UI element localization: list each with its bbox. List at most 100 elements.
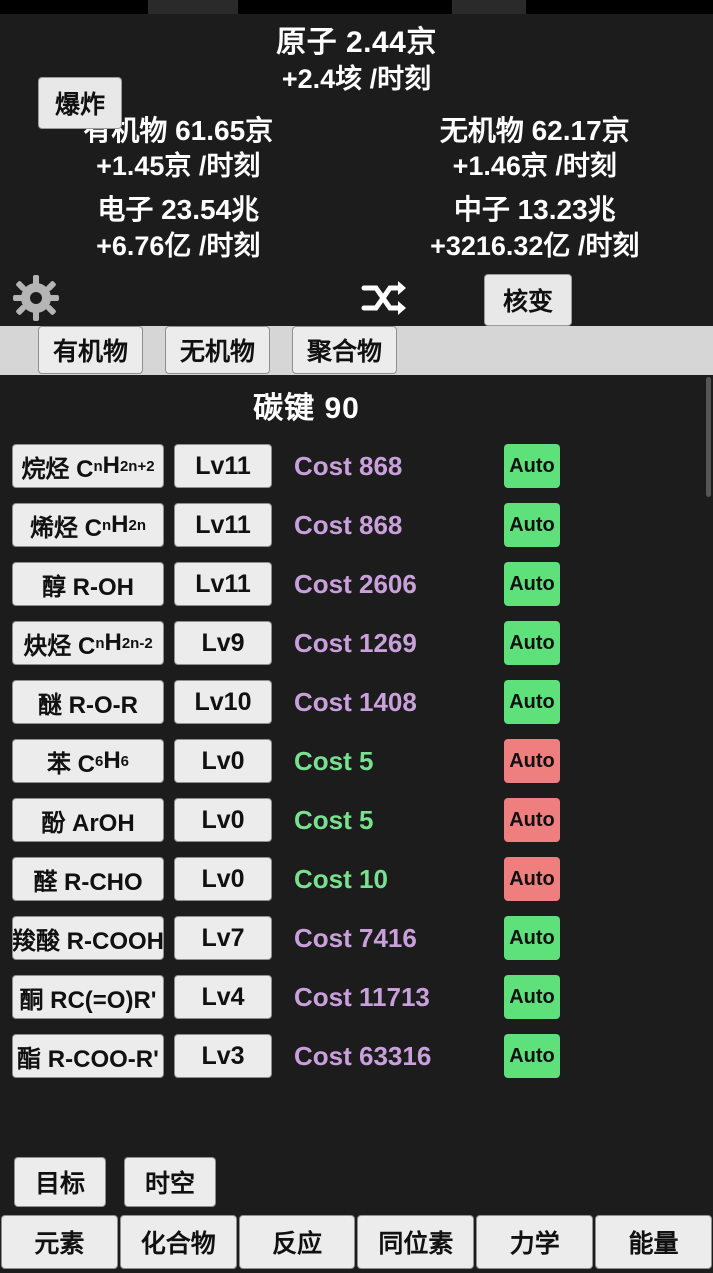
item-auto-benzene[interactable]: Auto — [504, 739, 560, 784]
item-label: 羧酸 R-COOH — [12, 927, 164, 955]
item-name-ester[interactable]: 酯 R-COO-R' — [12, 1034, 164, 1079]
item-cost-phenol: Cost 5 — [294, 804, 374, 835]
item-auto-alkene[interactable]: Auto — [504, 503, 560, 548]
inorganic-resource: 无机物 62.17京 +1.46京 /时刻 — [357, 111, 713, 190]
item-auto-alkane[interactable]: Auto — [504, 444, 560, 489]
upgrade-list: 碳键 90 烷烃 Cn H 2n+2 Lv11 Cost 868 Auto 烯烃 C… — [0, 374, 713, 1151]
item-auto-ketone[interactable]: Auto — [504, 975, 560, 1020]
item-mid: H — [102, 452, 120, 480]
fission-button[interactable]: 核变 — [484, 273, 573, 326]
item-name-ketone[interactable]: 酮 RC(=O)R' — [12, 975, 164, 1020]
electron-rate: +6.76亿 /时刻 — [96, 230, 261, 261]
table-row: 醇 R-OH Lv11 Cost 2606 Auto — [0, 555, 713, 614]
table-row: 苯 C6H6 Lv0 Cost 5 Auto — [0, 732, 713, 791]
item-name-alkane[interactable]: 烷烃 Cn H 2n+2 — [12, 444, 164, 489]
tab-inorganic[interactable]: 无机物 — [165, 326, 271, 375]
nav-mechanics[interactable]: 力学 — [476, 1215, 594, 1269]
item-sub1: n — [101, 516, 112, 534]
item-mid: H — [104, 629, 122, 657]
shuffle-icon[interactable] — [360, 278, 406, 318]
item-level-phenol[interactable]: Lv0 — [174, 798, 272, 843]
item-mid: H — [103, 747, 121, 775]
item-auto-alkyne[interactable]: Auto — [504, 621, 560, 666]
item-sub1: 6 — [94, 752, 104, 770]
item-cost-alkene: Cost 868 — [294, 509, 403, 540]
primary-nav: 元素 化合物 反应 同位素 力学 能量 — [0, 1215, 713, 1273]
item-cost-alkane: Cost 868 — [294, 450, 403, 481]
item-name-alkene[interactable]: 烯烃 Cn H 2n — [12, 503, 164, 548]
item-name-benzene[interactable]: 苯 C6H6 — [12, 739, 164, 784]
item-auto-ether[interactable]: Auto — [504, 680, 560, 725]
table-row: 醛 R-CHO Lv0 Cost 10 Auto — [0, 850, 713, 909]
item-label: 苯 C — [46, 750, 95, 778]
nav-goals[interactable]: 目标 — [14, 1157, 107, 1207]
item-cost-ether: Cost 1408 — [294, 686, 417, 717]
table-row: 羧酸 R-COOH Lv7 Cost 7416 Auto — [0, 909, 713, 968]
item-name-alcohol[interactable]: 醇 R-OH — [12, 562, 164, 607]
item-level-benzene[interactable]: Lv0 — [174, 739, 272, 784]
item-name-phenol[interactable]: 酚 ArOH — [12, 798, 164, 843]
tab-organic[interactable]: 有机物 — [38, 326, 144, 375]
table-row: 酚 ArOH Lv0 Cost 5 Auto — [0, 791, 713, 850]
item-label: 烷烃 C — [21, 455, 94, 483]
item-level-alkane[interactable]: Lv11 — [174, 444, 272, 489]
list-scrollbar[interactable] — [706, 376, 711, 497]
table-row: 烷烃 Cn H 2n+2 Lv11 Cost 868 Auto — [0, 437, 713, 496]
nav-energy[interactable]: 能量 — [595, 1215, 712, 1269]
item-auto-carboxylic-acid[interactable]: Auto — [504, 916, 560, 961]
item-auto-aldehyde[interactable]: Auto — [504, 857, 560, 902]
item-level-ester[interactable]: Lv3 — [174, 1034, 272, 1079]
item-level-aldehyde[interactable]: Lv0 — [174, 857, 272, 902]
item-level-carboxylic-acid[interactable]: Lv7 — [174, 916, 272, 961]
table-row: 酮 RC(=O)R' Lv4 Cost 11713 Auto — [0, 968, 713, 1027]
item-sub2: 2n-2 — [121, 634, 153, 652]
gear-icon[interactable] — [12, 274, 60, 322]
item-sub2: 2n+2 — [119, 457, 155, 475]
nav-compounds[interactable]: 化合物 — [119, 1215, 237, 1269]
item-name-ether[interactable]: 醚 R-O-R — [12, 680, 164, 725]
item-cost-carboxylic-acid: Cost 7416 — [294, 922, 417, 953]
item-cost-benzene: Cost 5 — [294, 745, 374, 776]
electron-resource: 电子 23.54兆 +6.76亿 /时刻 — [0, 190, 357, 269]
item-level-alkene[interactable]: Lv11 — [174, 503, 272, 548]
atom-amount: 原子 2.44京 — [276, 26, 437, 59]
table-row: 酯 R-COO-R' Lv3 Cost 63316 Auto — [0, 1027, 713, 1086]
item-cost-aldehyde: Cost 10 — [294, 863, 388, 894]
resources-panel: 原子 2.44京 +2.4垓 /时刻 爆炸 有机物 61.65京 +1.45京 … — [0, 14, 713, 270]
neutron-resource: 中子 13.23兆 +3216.32亿 /时刻 — [357, 190, 713, 269]
item-mid: H — [111, 511, 129, 539]
status-bar — [0, 0, 713, 14]
organic-rate: +1.45京 /时刻 — [96, 151, 261, 182]
item-name-aldehyde[interactable]: 醛 R-CHO — [12, 857, 164, 902]
neutron-rate: +3216.32亿 /时刻 — [430, 230, 640, 261]
item-name-carboxylic-acid[interactable]: 羧酸 R-COOH — [12, 916, 164, 961]
item-level-alcohol[interactable]: Lv11 — [174, 562, 272, 607]
resource-grid: 有机物 61.65京 +1.45京 /时刻 无机物 62.17京 +1.46京 … — [0, 111, 713, 270]
item-label: 烯烃 C — [29, 514, 102, 542]
explode-button[interactable]: 爆炸 — [38, 77, 123, 129]
item-level-ketone[interactable]: Lv4 — [174, 975, 272, 1020]
nav-elements[interactable]: 元素 — [1, 1215, 118, 1269]
nav-reactions[interactable]: 反应 — [238, 1215, 356, 1269]
neutron-amount: 中子 13.23兆 — [453, 194, 616, 226]
inorganic-amount: 无机物 62.17京 — [439, 114, 630, 146]
nav-spacetime[interactable]: 时空 — [124, 1157, 217, 1207]
nav-isotopes[interactable]: 同位素 — [357, 1215, 475, 1269]
item-sub2: 6 — [120, 752, 130, 770]
control-bar: 核变 — [0, 269, 713, 326]
item-level-ether[interactable]: Lv10 — [174, 680, 272, 725]
tab-polymer[interactable]: 聚合物 — [292, 326, 398, 375]
item-auto-alcohol[interactable]: Auto — [504, 562, 560, 607]
item-cost-ester: Cost 63316 — [294, 1040, 432, 1071]
item-auto-ester[interactable]: Auto — [504, 1034, 560, 1079]
item-cost-alkyne: Cost 1269 — [294, 627, 417, 658]
status-bar-notch-left — [148, 0, 238, 14]
item-auto-phenol[interactable]: Auto — [504, 798, 560, 843]
table-row: 醚 R-O-R Lv10 Cost 1408 Auto — [0, 673, 713, 732]
item-label: 醛 R-CHO — [33, 868, 143, 896]
item-level-alkyne[interactable]: Lv9 — [174, 621, 272, 666]
item-cost-alcohol: Cost 2606 — [294, 568, 417, 599]
item-name-alkyne[interactable]: 炔烃 Cn H 2n-2 — [12, 621, 164, 666]
category-tab-bar: 有机物 无机物 聚合物 — [0, 325, 713, 375]
item-label: 醇 R-OH — [42, 573, 134, 601]
